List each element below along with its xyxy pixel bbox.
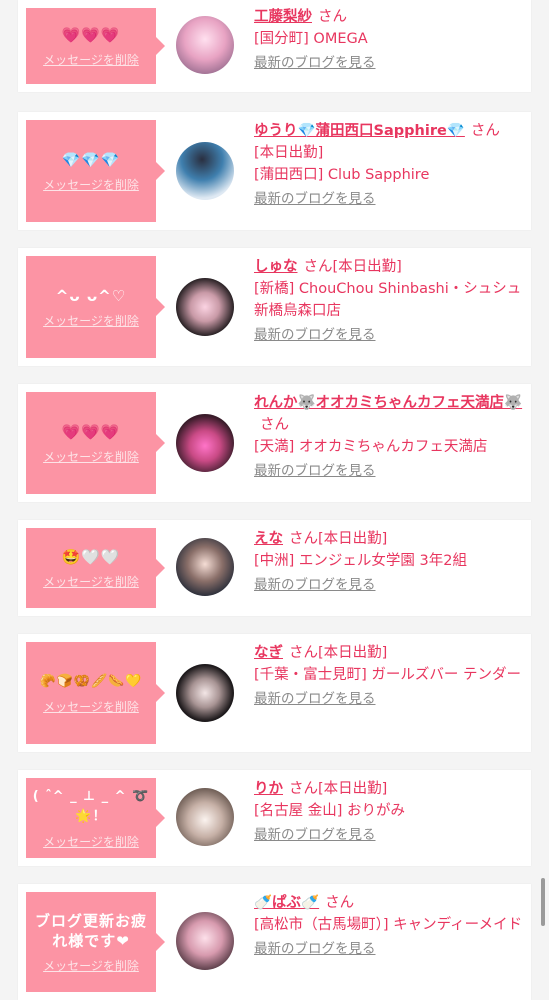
- avatar[interactable]: [176, 664, 234, 722]
- cast-name-link[interactable]: 🍼ぱぶ🍼: [254, 895, 319, 911]
- scrollbar[interactable]: [541, 878, 545, 926]
- delete-message-link[interactable]: メッセージを削除: [43, 176, 139, 193]
- avatar[interactable]: [176, 414, 234, 472]
- shop-text: [本日出勤] [蒲田西口] Club Sapphire: [254, 145, 430, 183]
- avatar[interactable]: [176, 912, 234, 970]
- message-bubble: 💎💎💎 メッセージを削除: [26, 120, 165, 222]
- shop-text: [国分町] OMEGA: [254, 31, 368, 47]
- message-bubble: ^ᴗ ᴗ^♡ メッセージを削除: [26, 256, 165, 358]
- delete-message-link[interactable]: メッセージを削除: [43, 51, 139, 68]
- shop-text: [新橋] ChouChou Shinbashi・シュシュ新橋烏森口店: [254, 281, 522, 319]
- avatar[interactable]: [176, 142, 234, 200]
- profile-info: えな さん[本日出勤] [中洲] エンジェル女学園 3年2組 最新のブログを見る: [254, 528, 525, 596]
- message-card: 🥐🍞🥨🥖🌭💛 メッセージを削除 なぎ さん[本日出勤] [千葉・富士見町] ガール…: [18, 634, 531, 752]
- delete-message-link[interactable]: メッセージを削除: [43, 957, 139, 974]
- message-text: ^ᴗ ᴗ^♡: [55, 286, 127, 305]
- message-text: ブログ更新お疲れ様です❤: [34, 911, 147, 950]
- shop-text: [千葉・富士見町] ガールズバー テンダー: [254, 667, 522, 683]
- profile-info: なぎ さん[本日出勤] [千葉・富士見町] ガールズバー テンダー 最新のブログを…: [254, 642, 525, 710]
- honorific: さん: [325, 895, 355, 911]
- honorific: さん: [318, 9, 347, 25]
- latest-blog-link[interactable]: 最新のブログを見る: [254, 688, 376, 710]
- honorific: さん: [289, 531, 318, 547]
- profile-info: れんか🐺オオカミちゃんカフェ天満店🐺さん [天満] オオカミちゃんカフェ天満店 …: [254, 392, 525, 482]
- delete-message-link[interactable]: メッセージを削除: [43, 698, 139, 715]
- avatar[interactable]: [176, 788, 234, 846]
- message-card: 💎💎💎 メッセージを削除 ゆうり💎蒲田西口Sapphire💎 さん [本日出勤] …: [18, 112, 531, 230]
- message-card: ^ᴗ ᴗ^♡ メッセージを削除 しゅな さん[本日出勤] [新橋] ChouCho…: [18, 248, 531, 366]
- latest-blog-link[interactable]: 最新のブログを見る: [254, 188, 376, 210]
- cast-name-link[interactable]: しゅな: [254, 259, 298, 275]
- honorific: さん: [289, 645, 318, 661]
- latest-blog-link[interactable]: 最新のブログを見る: [254, 52, 376, 74]
- status-badge: [本日出勤]: [318, 781, 388, 797]
- message-bubble: ブログ更新お疲れ様です❤ メッセージを削除: [26, 892, 165, 992]
- delete-message-link[interactable]: メッセージを削除: [43, 573, 139, 590]
- latest-blog-link[interactable]: 最新のブログを見る: [254, 574, 376, 596]
- shop-text: [中洲] エンジェル女学園 3年2組: [254, 553, 467, 569]
- delete-message-link[interactable]: メッセージを削除: [43, 312, 139, 329]
- message-text: 🥐🍞🥨🥖🌭💛: [39, 673, 143, 689]
- honorific: さん: [470, 123, 500, 139]
- delete-message-link[interactable]: メッセージを削除: [43, 833, 139, 850]
- message-bubble: 💗💗💗 メッセージを削除: [26, 8, 165, 84]
- status-badge: [本日出勤]: [318, 531, 388, 547]
- message-text: 🤩🤍🤍: [61, 547, 121, 566]
- message-card: 🤩🤍🤍 メッセージを削除 えな さん[本日出勤] [中洲] エンジェル女学園 3年…: [18, 520, 531, 616]
- profile-info: しゅな さん[本日出勤] [新橋] ChouChou Shinbashi・シュシュ…: [254, 256, 525, 346]
- status-badge: [本日出勤]: [332, 259, 402, 275]
- message-text: ( ˆ^ _ ⊥ _ ^ ➰🌟！: [32, 788, 150, 824]
- cast-name-link[interactable]: 工藤梨紗: [254, 9, 312, 25]
- message-card: 💗💗💗 メッセージを削除 工藤梨紗 さん [国分町] OMEGA 最新のブログを見…: [18, 0, 531, 92]
- message-card: ( ˆ^ _ ⊥ _ ^ ➰🌟！ メッセージを削除 りか さん[本日出勤] [名古…: [18, 770, 531, 866]
- cast-name-link[interactable]: りか: [254, 781, 283, 797]
- message-text: 💎💎💎: [61, 150, 121, 169]
- cast-name-link[interactable]: えな: [254, 531, 283, 547]
- profile-info: 🍼ぱぶ🍼 さん [高松市（古馬場町）] キャンディーメイド 最新のブログを見る: [254, 892, 525, 960]
- cast-name-link[interactable]: れんか🐺オオカミちゃんカフェ天満店🐺: [254, 395, 522, 411]
- message-bubble: 💗💗💗 メッセージを削除: [26, 392, 165, 494]
- honorific: さん: [303, 259, 333, 275]
- message-text: 💗💗💗: [61, 25, 121, 44]
- latest-blog-link[interactable]: 最新のブログを見る: [254, 324, 376, 346]
- shop-text: [高松市（古馬場町）] キャンディーメイド: [254, 917, 523, 933]
- delete-message-link[interactable]: メッセージを削除: [43, 448, 139, 465]
- message-card: ブログ更新お疲れ様です❤ メッセージを削除 🍼ぱぶ🍼 さん [高松市（古馬場町）]…: [18, 884, 531, 1000]
- profile-info: 工藤梨紗 さん [国分町] OMEGA 最新のブログを見る: [254, 6, 525, 74]
- profile-info: ゆうり💎蒲田西口Sapphire💎 さん [本日出勤] [蒲田西口] Club S…: [254, 120, 525, 210]
- latest-blog-link[interactable]: 最新のブログを見る: [254, 460, 376, 482]
- status-badge: [本日出勤]: [318, 645, 388, 661]
- avatar[interactable]: [176, 16, 234, 74]
- message-text: 💗💗💗: [61, 422, 121, 441]
- message-bubble: 🥐🍞🥨🥖🌭💛 メッセージを削除: [26, 642, 165, 744]
- message-card: 💗💗💗 メッセージを削除 れんか🐺オオカミちゃんカフェ天満店🐺 さん [天満] オ…: [18, 384, 531, 502]
- avatar[interactable]: [176, 278, 234, 336]
- honorific: さん: [289, 781, 318, 797]
- cast-name-link[interactable]: ゆうり💎蒲田西口Sapphire💎: [254, 123, 465, 139]
- shop-text: [名古屋 金山] おりがみ: [254, 803, 406, 819]
- shop-text: [天満] オオカミちゃんカフェ天満店: [254, 439, 488, 455]
- message-bubble: 🤩🤍🤍 メッセージを削除: [26, 528, 165, 608]
- avatar[interactable]: [176, 538, 234, 596]
- message-bubble: ( ˆ^ _ ⊥ _ ^ ➰🌟！ メッセージを削除: [26, 778, 165, 858]
- latest-blog-link[interactable]: 最新のブログを見る: [254, 938, 376, 960]
- profile-info: りか さん[本日出勤] [名古屋 金山] おりがみ 最新のブログを見る: [254, 778, 525, 846]
- cast-name-link[interactable]: なぎ: [254, 645, 283, 661]
- honorific: さん: [260, 417, 289, 433]
- latest-blog-link[interactable]: 最新のブログを見る: [254, 824, 376, 846]
